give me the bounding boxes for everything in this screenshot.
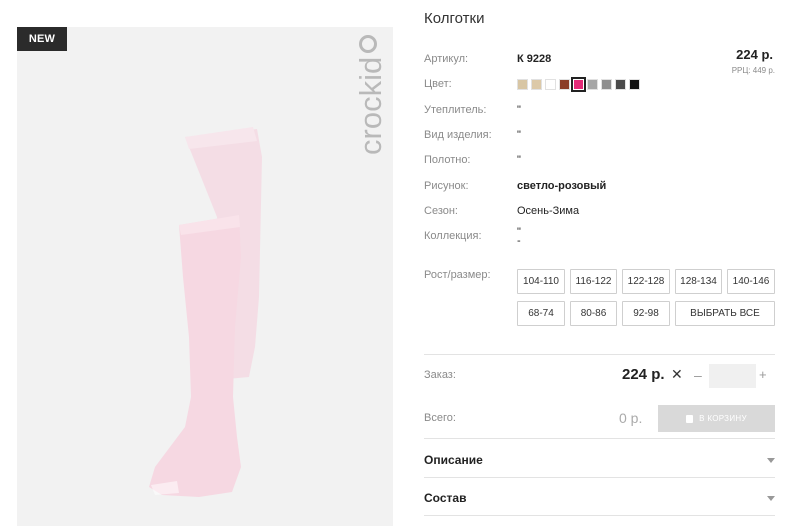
- brand-logo-text: crockid: [353, 57, 388, 155]
- select-all-sizes-button[interactable]: ВЫБРАТЬ ВСЕ: [675, 301, 775, 326]
- season-value: Осень-Зима: [517, 205, 580, 217]
- fabric-label: Полотно:: [424, 154, 471, 166]
- caret-down-icon: [767, 495, 775, 501]
- multiply-icon: ✕: [671, 366, 683, 382]
- color-label: Цвет:: [424, 78, 452, 90]
- decrease-quantity-button[interactable]: –: [694, 367, 702, 383]
- new-badge: NEW: [17, 27, 67, 51]
- divider: [424, 438, 775, 439]
- product-title: Колготки: [424, 10, 485, 27]
- article-label: Артикул:: [424, 53, 469, 65]
- size-80-86-button[interactable]: 80-86: [570, 301, 617, 326]
- rrp-price: РРЦ: 449 р.: [731, 66, 775, 75]
- color-swatch[interactable]: [545, 79, 556, 90]
- insulation-value: ": [517, 104, 521, 116]
- pattern-label: Рисунок:: [424, 180, 469, 192]
- accordion-description-label: Описание: [424, 453, 483, 467]
- quantity-input[interactable]: [709, 364, 756, 388]
- product-photo[interactable]: NEW crockid: [17, 27, 393, 526]
- accordion-composition[interactable]: Состав: [424, 487, 775, 509]
- add-to-cart-button[interactable]: В КОРЗИНУ: [658, 405, 775, 432]
- fabric-value: ": [517, 154, 521, 166]
- collection-value: " -: [517, 227, 521, 247]
- sizes-label: Рост/размер:: [424, 269, 491, 281]
- tights-image: [137, 97, 277, 507]
- price: 224 р.: [736, 47, 773, 62]
- size-68-74-button[interactable]: 68-74: [517, 301, 565, 326]
- size-122-128-button[interactable]: 122-128: [622, 269, 670, 294]
- divider: [424, 477, 775, 478]
- divider: [424, 515, 775, 516]
- size-92-98-button[interactable]: 92-98: [622, 301, 670, 326]
- caret-down-icon: [767, 457, 775, 463]
- color-swatch[interactable]: [531, 79, 542, 90]
- order-label: Заказ:: [424, 369, 456, 381]
- color-swatch[interactable]: [615, 79, 626, 90]
- color-swatch[interactable]: [559, 79, 570, 90]
- insulation-label: Утеплитель:: [424, 104, 487, 116]
- product-type-value: ": [517, 129, 521, 141]
- accordion-description[interactable]: Описание: [424, 449, 775, 471]
- divider: [424, 354, 775, 355]
- brand-logo: crockid: [337, 31, 393, 159]
- order-price: 224 р.: [622, 366, 665, 383]
- accordion-composition-label: Состав: [424, 491, 467, 505]
- size-116-122-button[interactable]: 116-122: [570, 269, 617, 294]
- collection-dash: -: [517, 235, 521, 247]
- add-to-cart-label: В КОРЗИНУ: [699, 414, 747, 423]
- color-swatches: [517, 77, 640, 92]
- size-128-134-button[interactable]: 128-134: [675, 269, 722, 294]
- color-swatch[interactable]: [587, 79, 598, 90]
- size-104-110-button[interactable]: 104-110: [517, 269, 565, 294]
- color-swatch[interactable]: [571, 77, 586, 92]
- total-label: Всего:: [424, 412, 456, 424]
- color-swatch[interactable]: [601, 79, 612, 90]
- increase-quantity-button[interactable]: +: [759, 367, 767, 382]
- color-swatch[interactable]: [517, 79, 528, 90]
- shopping-bag-icon: [686, 414, 694, 423]
- color-swatch[interactable]: [629, 79, 640, 90]
- season-label: Сезон:: [424, 205, 458, 217]
- collection-label: Коллекция:: [424, 230, 482, 242]
- pattern-value: светло-розовый: [517, 180, 607, 192]
- size-140-146-button[interactable]: 140-146: [727, 269, 775, 294]
- article-value: К 9228: [517, 53, 552, 65]
- total-price: 0 р.: [619, 410, 643, 426]
- product-type-label: Вид изделия:: [424, 129, 492, 141]
